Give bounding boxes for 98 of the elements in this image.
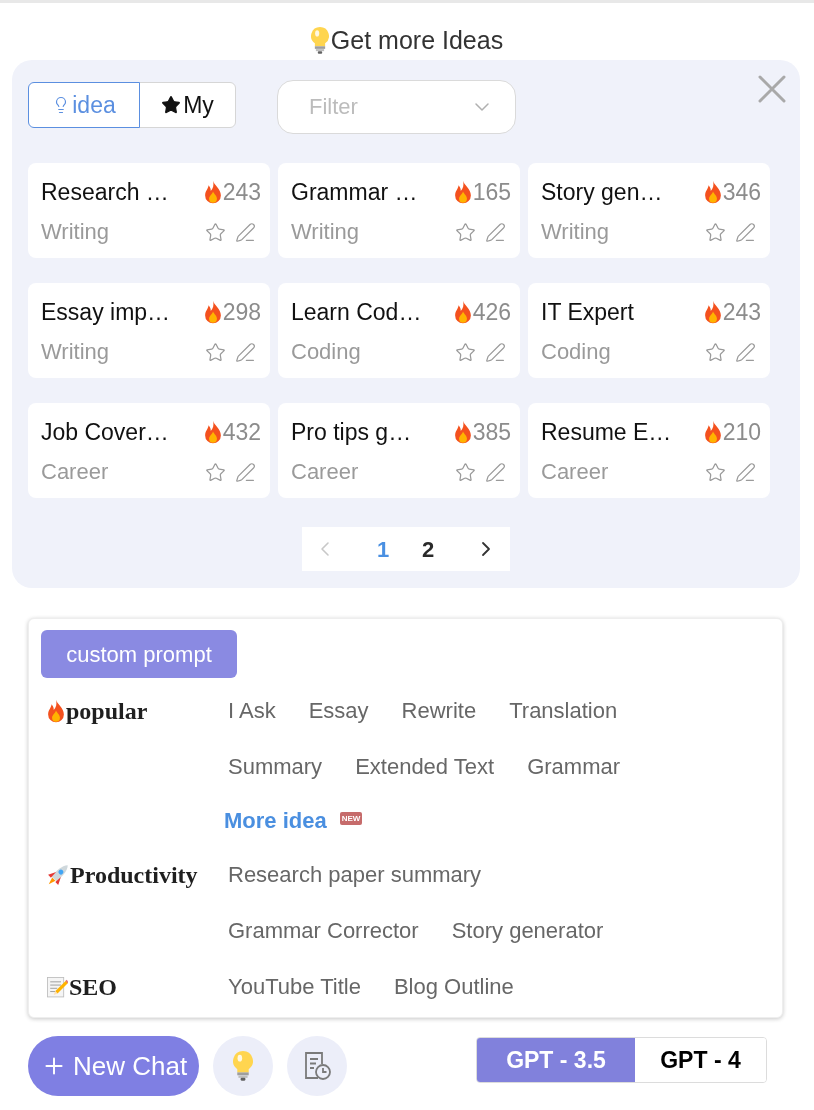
- edit-icon[interactable]: [735, 461, 756, 483]
- edit-icon[interactable]: [235, 461, 256, 483]
- card-category: Coding: [541, 338, 611, 366]
- star-icon[interactable]: [455, 221, 476, 243]
- usage-count: 210: [722, 418, 761, 447]
- card-title: IT Expert: [541, 298, 634, 327]
- card-title: Learn Cod…: [291, 298, 422, 327]
- card-category: Coding: [291, 338, 361, 366]
- usage-count: 298: [222, 298, 261, 327]
- card-category: Writing: [41, 218, 110, 246]
- fire-icon: [453, 420, 472, 444]
- fire-icon: [703, 300, 722, 324]
- idea-card[interactable]: Resume E… 210 Career: [528, 403, 770, 498]
- rocket-icon: [47, 864, 69, 886]
- custom-prompt-button[interactable]: custom prompt: [41, 630, 237, 678]
- fire-icon: [203, 300, 222, 324]
- model-option[interactable]: GPT - 3.5: [477, 1038, 635, 1082]
- star-icon[interactable]: [705, 461, 726, 483]
- prompt-option[interactable]: Extended Text: [355, 752, 495, 782]
- idea-card[interactable]: IT Expert 243 Coding: [528, 283, 770, 378]
- card-category: Career: [541, 458, 609, 486]
- usage-count: 165: [472, 178, 511, 207]
- card-title: Resume E…: [541, 418, 672, 447]
- edit-icon[interactable]: [485, 341, 506, 363]
- fire-icon: [703, 420, 722, 444]
- card-category: Writing: [541, 218, 610, 246]
- star-icon[interactable]: [455, 461, 476, 483]
- card-title: Grammar …: [291, 178, 418, 207]
- idea-card[interactable]: Pro tips g… 385 Career: [278, 403, 520, 498]
- prompt-option[interactable]: Rewrite: [401, 696, 477, 726]
- star-icon[interactable]: [205, 341, 226, 363]
- fire-icon: [453, 300, 472, 324]
- prompt-option[interactable]: Translation: [509, 696, 618, 726]
- prompt-option[interactable]: Grammar: [527, 752, 621, 782]
- more-idea-link[interactable]: More idea: [224, 806, 327, 836]
- star-icon: [161, 95, 182, 115]
- card-title: Research …: [41, 178, 169, 207]
- star-icon[interactable]: [705, 341, 726, 363]
- prompt-option[interactable]: Research paper summary: [228, 860, 482, 890]
- tab[interactable]: idea: [28, 82, 140, 128]
- prompt-option[interactable]: Essay: [308, 696, 369, 726]
- idea-card[interactable]: Grammar … 165 Writing: [278, 163, 520, 258]
- prompt-option[interactable]: Blog Outline: [393, 972, 514, 1002]
- star-icon[interactable]: [205, 461, 226, 483]
- fire-icon: [47, 699, 65, 723]
- filter-select[interactable]: Filter: [277, 80, 516, 134]
- prompt-option[interactable]: YouTube Title: [228, 972, 361, 1002]
- lightbulb-icon: [233, 1051, 253, 1081]
- idea-card[interactable]: Essay imp… 298 Writing: [28, 283, 270, 378]
- usage-count: 426: [472, 298, 511, 327]
- category-label: SEO: [69, 973, 118, 1002]
- lightbulb-icon: [310, 26, 329, 54]
- page-title: Get more Ideas: [330, 25, 504, 56]
- close-icon: [758, 75, 786, 103]
- card-category: Career: [291, 458, 359, 486]
- usage-count: 385: [472, 418, 511, 447]
- page-button[interactable]: 1: [367, 527, 399, 571]
- prompt-option[interactable]: Story generator: [451, 916, 604, 946]
- new-badge: NEW: [339, 811, 363, 825]
- document-clock-icon: [302, 1051, 332, 1081]
- edit-icon[interactable]: [485, 461, 506, 483]
- card-category: Career: [41, 458, 109, 486]
- card-title: Essay imp…: [41, 298, 171, 327]
- card-title: Story gen…: [541, 178, 663, 207]
- tab[interactable]: My: [139, 82, 236, 128]
- usage-count: 243: [222, 178, 261, 207]
- new-chat-button[interactable]: New Chat: [28, 1036, 199, 1096]
- fire-icon: [703, 180, 722, 204]
- card-title: Pro tips g…: [291, 418, 412, 447]
- usage-count: 243: [722, 298, 761, 327]
- fire-icon: [203, 180, 222, 204]
- edit-icon[interactable]: [735, 341, 756, 363]
- usage-count: 432: [222, 418, 261, 447]
- idea-card[interactable]: Research … 243 Writing: [28, 163, 270, 258]
- page-button[interactable]: 2: [412, 527, 444, 571]
- idea-card[interactable]: Job Cover… 432 Career: [28, 403, 270, 498]
- prompt-option[interactable]: I Ask: [228, 696, 276, 726]
- fire-icon: [453, 180, 472, 204]
- category-label: popular: [66, 697, 148, 726]
- prompt-option[interactable]: Summary: [228, 752, 323, 782]
- card-category: Writing: [41, 338, 110, 366]
- card-category: Writing: [291, 218, 360, 246]
- star-icon[interactable]: [455, 341, 476, 363]
- edit-icon[interactable]: [235, 341, 256, 363]
- card-title: Job Cover…: [41, 418, 169, 447]
- edit-icon[interactable]: [735, 221, 756, 243]
- memo-icon: [47, 976, 68, 998]
- usage-count: 346: [722, 178, 761, 207]
- star-icon[interactable]: [205, 221, 226, 243]
- edit-icon[interactable]: [235, 221, 256, 243]
- edit-icon[interactable]: [485, 221, 506, 243]
- star-icon[interactable]: [705, 221, 726, 243]
- category-label: Productivity: [70, 861, 198, 890]
- fire-icon: [203, 420, 222, 444]
- idea-card[interactable]: Story gen… 346 Writing: [528, 163, 770, 258]
- prompt-option[interactable]: Grammar Corrector: [228, 916, 419, 946]
- close-button[interactable]: [758, 75, 786, 103]
- idea-card[interactable]: Learn Cod… 426 Coding: [278, 283, 520, 378]
